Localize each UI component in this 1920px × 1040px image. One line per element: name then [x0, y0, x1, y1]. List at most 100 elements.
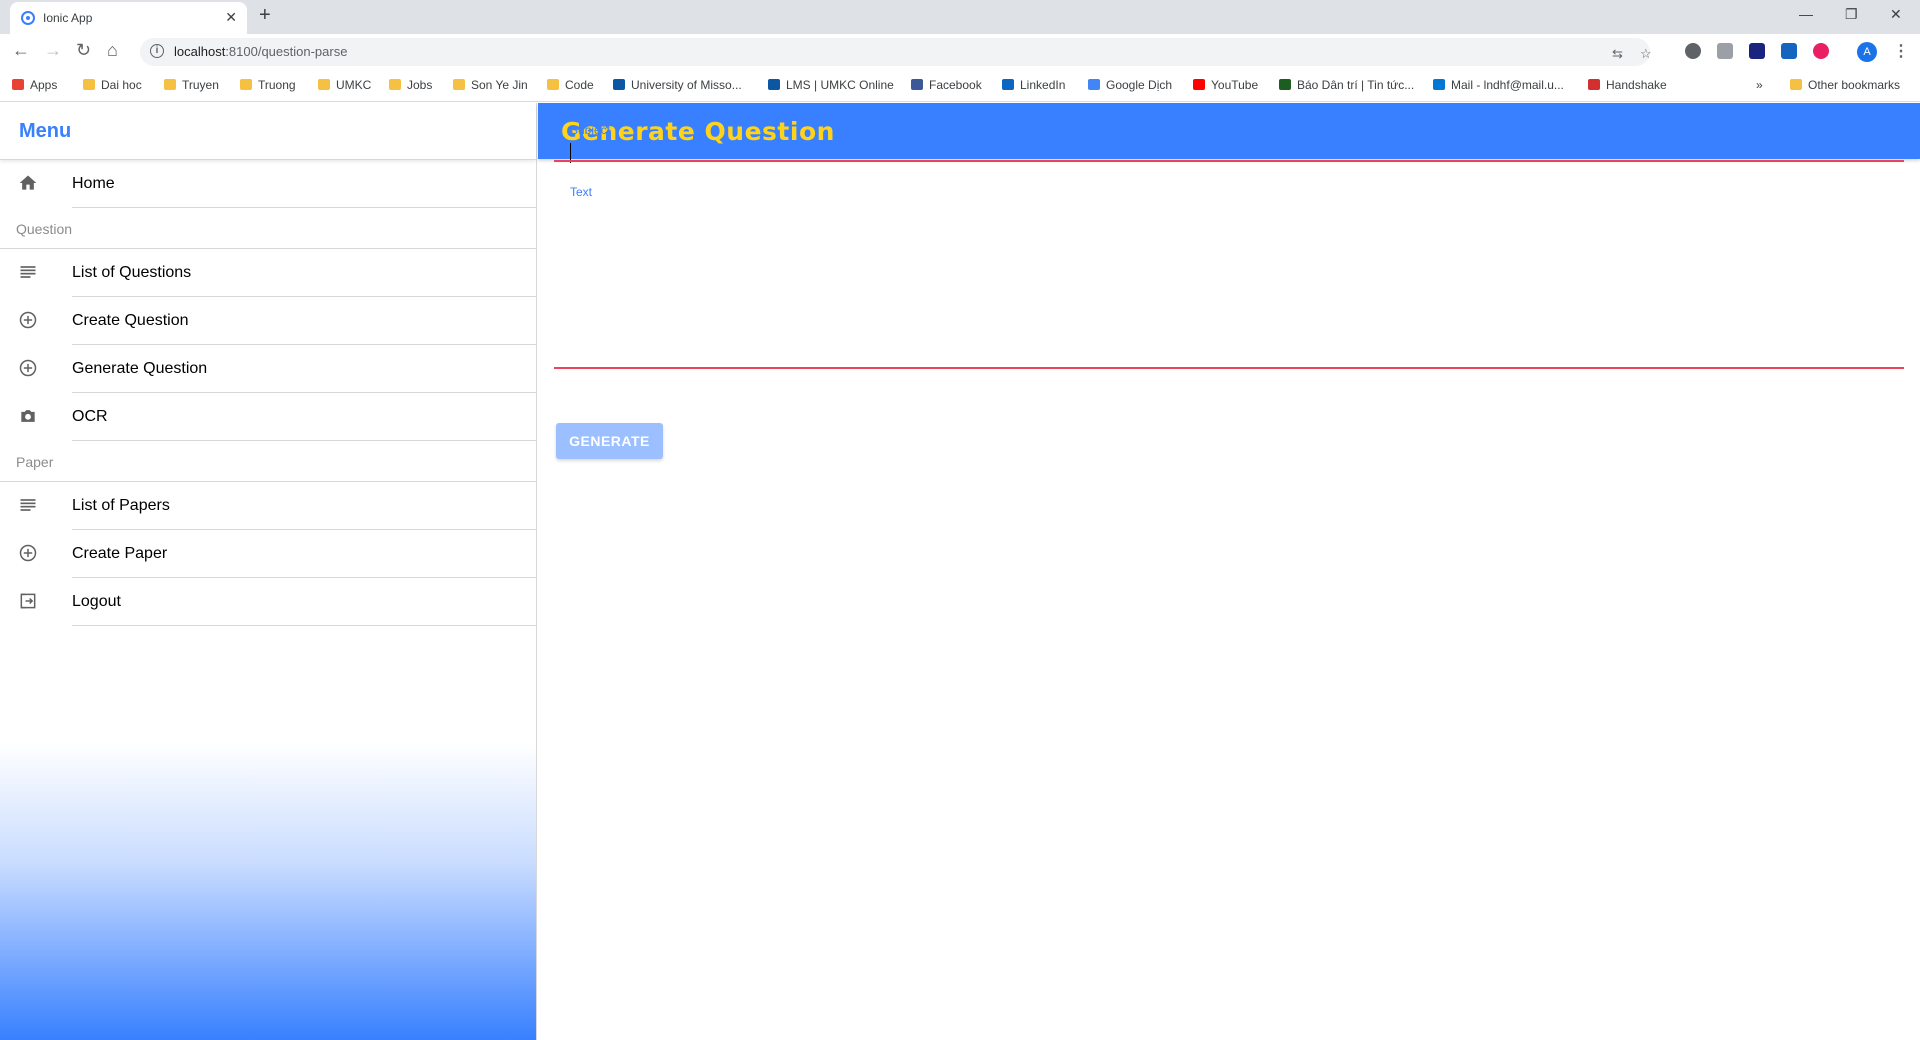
- folder-icon: [1790, 79, 1802, 90]
- folder-icon: [240, 79, 252, 90]
- extension-icon[interactable]: [1685, 43, 1701, 59]
- close-tab-icon[interactable]: ✕: [225, 9, 237, 26]
- menu-item-create-paper[interactable]: Create Paper: [0, 530, 536, 578]
- bookmark-item[interactable]: Báo Dân trí | Tin tức...: [1279, 78, 1414, 92]
- close-window-icon[interactable]: ✕: [1890, 6, 1902, 23]
- menu-item-generate-question[interactable]: Generate Question: [0, 345, 536, 393]
- other-bookmarks-label: Other bookmarks: [1808, 78, 1901, 92]
- restore-icon[interactable]: ❐: [1845, 6, 1858, 23]
- youtube-icon: [1193, 79, 1205, 90]
- browser-toolbar: ← → ↻ ⌂ i localhost:8100/question-parse …: [0, 34, 1920, 70]
- menu-item-label: Create Paper: [72, 545, 168, 562]
- list-icon: [16, 495, 40, 517]
- apps-grid-icon: [12, 79, 24, 90]
- bookmark-label: Google Dịch: [1106, 78, 1173, 92]
- section-label: Paper: [16, 454, 54, 470]
- folder-icon: [389, 79, 401, 90]
- new-tab-icon[interactable]: +: [259, 4, 271, 27]
- bookmark-item[interactable]: Truong: [240, 78, 296, 92]
- ionic-app: Menu Home Question List of Questions Crea…: [0, 103, 1920, 1040]
- menu-item-label: Create Question: [72, 312, 189, 329]
- facebook-icon: [911, 79, 923, 90]
- bookmark-item[interactable]: YouTube: [1193, 78, 1258, 92]
- menu-item-create-question[interactable]: Create Question: [0, 297, 536, 345]
- bookmark-label: Handshake: [1606, 78, 1667, 92]
- bookmark-item[interactable]: Code: [547, 78, 594, 92]
- menu-item-label: Logout: [72, 593, 121, 610]
- url-path: :8100/question-parse: [225, 44, 348, 59]
- menu-item-logout[interactable]: Logout: [0, 578, 536, 626]
- bookmark-label: LinkedIn: [1020, 78, 1066, 92]
- bookmark-item[interactable]: Truyen: [164, 78, 219, 92]
- other-bookmarks[interactable]: Other bookmarks: [1790, 78, 1900, 92]
- folder-icon: [547, 79, 559, 90]
- bookmark-item[interactable]: Mail - lndhf@mail.u...: [1433, 78, 1564, 92]
- minimize-icon[interactable]: —: [1799, 6, 1813, 22]
- menu-item-label: Home: [72, 175, 115, 192]
- bookmark-item[interactable]: Handshake: [1588, 78, 1667, 92]
- text-label: Text: [570, 185, 593, 199]
- bookmarks-bar: » Other bookmarks Apps Dai hoc Truyen Truon…: [0, 70, 1920, 102]
- subject-field[interactable]: Subject: [554, 123, 1904, 163]
- bookmark-item[interactable]: Dai hoc: [83, 78, 142, 92]
- camera-icon: [16, 406, 40, 428]
- text-underline: [554, 367, 1904, 369]
- bookmark-label: Son Ye Jin: [471, 78, 528, 92]
- bookmark-item[interactable]: Son Ye Jin: [453, 78, 528, 92]
- site-info-icon[interactable]: i: [150, 44, 164, 58]
- browser-tab[interactable]: Ionic App ✕: [10, 2, 247, 34]
- section-label: Question: [16, 221, 73, 237]
- bookmark-label: Code: [565, 78, 594, 92]
- menu-item-list-of-questions[interactable]: List of Questions: [0, 249, 536, 297]
- add-circle-icon: [16, 310, 40, 332]
- home-icon: [16, 173, 40, 195]
- bookmark-item[interactable]: UMKC: [318, 78, 371, 92]
- text-field[interactable]: Text: [554, 185, 1904, 370]
- forward-icon[interactable]: →: [44, 40, 62, 61]
- extension-icon[interactable]: [1781, 43, 1797, 59]
- menu-item-list-of-papers[interactable]: List of Papers: [0, 482, 536, 530]
- menu-item-ocr[interactable]: OCR: [0, 393, 536, 441]
- list-icon: [16, 262, 40, 284]
- add-circle-icon: [16, 358, 40, 380]
- outlook-icon: [1433, 79, 1445, 90]
- side-menu: Menu Home Question List of Questions Crea…: [0, 103, 537, 1040]
- menu-item-label: OCR: [72, 408, 108, 425]
- generate-button[interactable]: GENERATE: [556, 423, 663, 459]
- profile-avatar[interactable]: A: [1857, 42, 1877, 62]
- folder-icon: [318, 79, 330, 90]
- bookmark-label: UMKC: [336, 78, 372, 92]
- bookmark-label: Truong: [258, 78, 296, 92]
- dantri-icon: [1279, 79, 1291, 90]
- menu-item-home[interactable]: Home: [0, 160, 536, 208]
- bookmark-item[interactable]: University of Misso...: [613, 78, 742, 92]
- bookmark-item[interactable]: Apps: [12, 78, 57, 92]
- home-icon[interactable]: ⌂: [107, 40, 118, 61]
- extension-icon[interactable]: [1717, 43, 1733, 59]
- url-text: localhost:8100/question-parse: [174, 44, 347, 59]
- extension-z-icon[interactable]: [1749, 43, 1765, 59]
- bookmark-star-icon[interactable]: ☆: [1640, 46, 1652, 62]
- extension-icon[interactable]: [1813, 43, 1829, 59]
- bookmark-item[interactable]: LMS | UMKC Online: [768, 78, 894, 92]
- add-circle-icon: [16, 543, 40, 565]
- address-bar[interactable]: i localhost:8100/question-parse ⇆ ☆: [140, 38, 1652, 66]
- folder-icon: [453, 79, 465, 90]
- bookmark-item[interactable]: Jobs: [389, 78, 432, 92]
- subject-underline: [554, 160, 1904, 162]
- menu-item-label: List of Questions: [72, 264, 192, 281]
- bookmark-item[interactable]: Facebook: [911, 78, 982, 92]
- main-content: Generate Question Subject Text GENERATE: [538, 103, 1920, 1040]
- bookmark-item[interactable]: Google Dịch: [1088, 78, 1172, 92]
- translate-icon[interactable]: ⇆: [1612, 46, 1623, 62]
- more-bookmarks-icon[interactable]: »: [1756, 78, 1763, 92]
- reload-icon[interactable]: ↻: [76, 40, 91, 61]
- bookmark-label: Dai hoc: [101, 78, 142, 92]
- more-menu-icon[interactable]: ⋮: [1893, 41, 1909, 61]
- tab-title: Ionic App: [43, 11, 93, 25]
- bookmark-item[interactable]: LinkedIn: [1002, 78, 1065, 92]
- bookmark-label: Apps: [30, 78, 58, 92]
- back-icon[interactable]: ←: [12, 40, 30, 61]
- google-translate-icon: [1088, 79, 1100, 90]
- bookmark-label: Jobs: [407, 78, 433, 92]
